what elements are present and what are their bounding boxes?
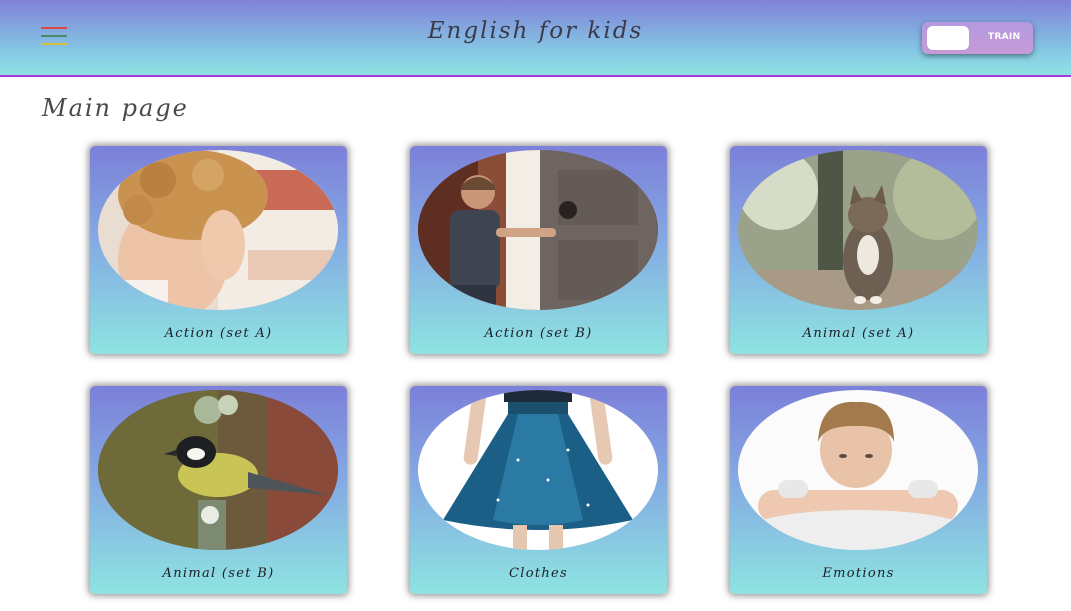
sad-boy-image [738, 390, 978, 550]
category-label: Animal (set B) [162, 566, 275, 581]
category-label: Action (set A) [164, 326, 273, 341]
page-title: Main page [42, 94, 189, 122]
category-card-action-set-b[interactable]: Action (set B) [410, 146, 667, 354]
blue-skirt-image [418, 390, 658, 550]
category-card-emotions[interactable]: Emotions [730, 386, 987, 594]
category-label: Action (set B) [484, 326, 593, 341]
category-label: Clothes [509, 566, 568, 581]
toggle-label: TRAIN [988, 32, 1021, 42]
header: English for kids TRAIN [0, 0, 1071, 77]
category-card-clothes[interactable]: Clothes [410, 386, 667, 594]
category-card-animal-set-b[interactable]: Animal (set B) [90, 386, 347, 594]
cat-sitting-image [738, 150, 978, 310]
boy-opening-door-image [418, 150, 658, 310]
bird-on-branch-image [98, 390, 338, 550]
app-title: English for kids [427, 18, 644, 44]
child-covering-face-image [98, 150, 338, 310]
toggle-knob[interactable] [927, 26, 969, 50]
category-card-animal-set-a[interactable]: Animal (set A) [730, 146, 987, 354]
category-label: Animal (set A) [802, 326, 915, 341]
category-card-action-set-a[interactable]: Action (set A) [90, 146, 347, 354]
category-label: Emotions [822, 566, 895, 581]
train-play-toggle[interactable]: TRAIN [922, 22, 1033, 54]
